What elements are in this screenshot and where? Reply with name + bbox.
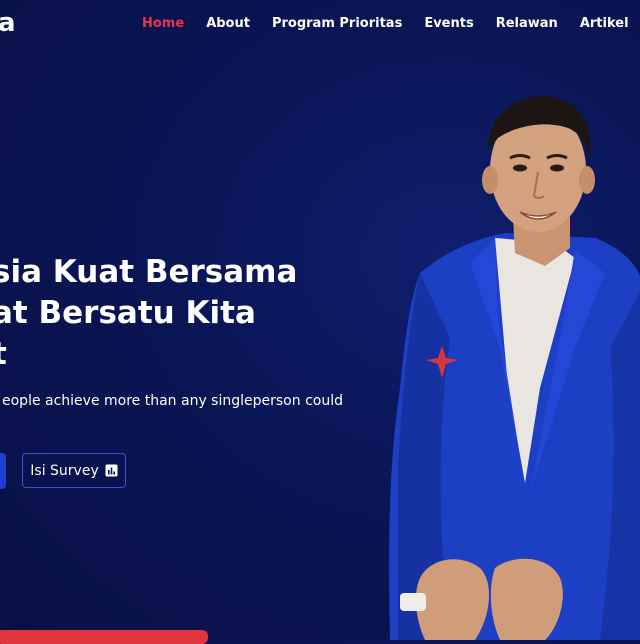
nav-home[interactable]: Home — [142, 16, 184, 31]
primary-cta-button[interactable] — [0, 453, 6, 489]
hero-title: sia Kuat Bersama at Bersatu Kita t — [0, 254, 298, 372]
nav-program-prioritas[interactable]: Program Prioritas — [272, 16, 402, 31]
nav-relawan[interactable]: Relawan — [496, 16, 558, 31]
hero-subtitle: eople achieve more than any singleperson… — [2, 393, 343, 409]
site-logo[interactable]: a — [0, 8, 16, 38]
nav-about[interactable]: About — [206, 16, 250, 31]
survey-button-label: Isi Survey — [30, 462, 99, 479]
candidate-portrait — [389, 96, 640, 640]
bar-chart-icon — [105, 464, 118, 477]
nav-events[interactable]: Events — [424, 16, 473, 31]
survey-button[interactable]: Isi Survey — [22, 453, 126, 488]
bottom-accent-bar — [0, 630, 208, 644]
main-nav: Home About Program Prioritas Events Rela… — [142, 16, 640, 31]
nav-artikel[interactable]: Artikel — [580, 16, 629, 31]
